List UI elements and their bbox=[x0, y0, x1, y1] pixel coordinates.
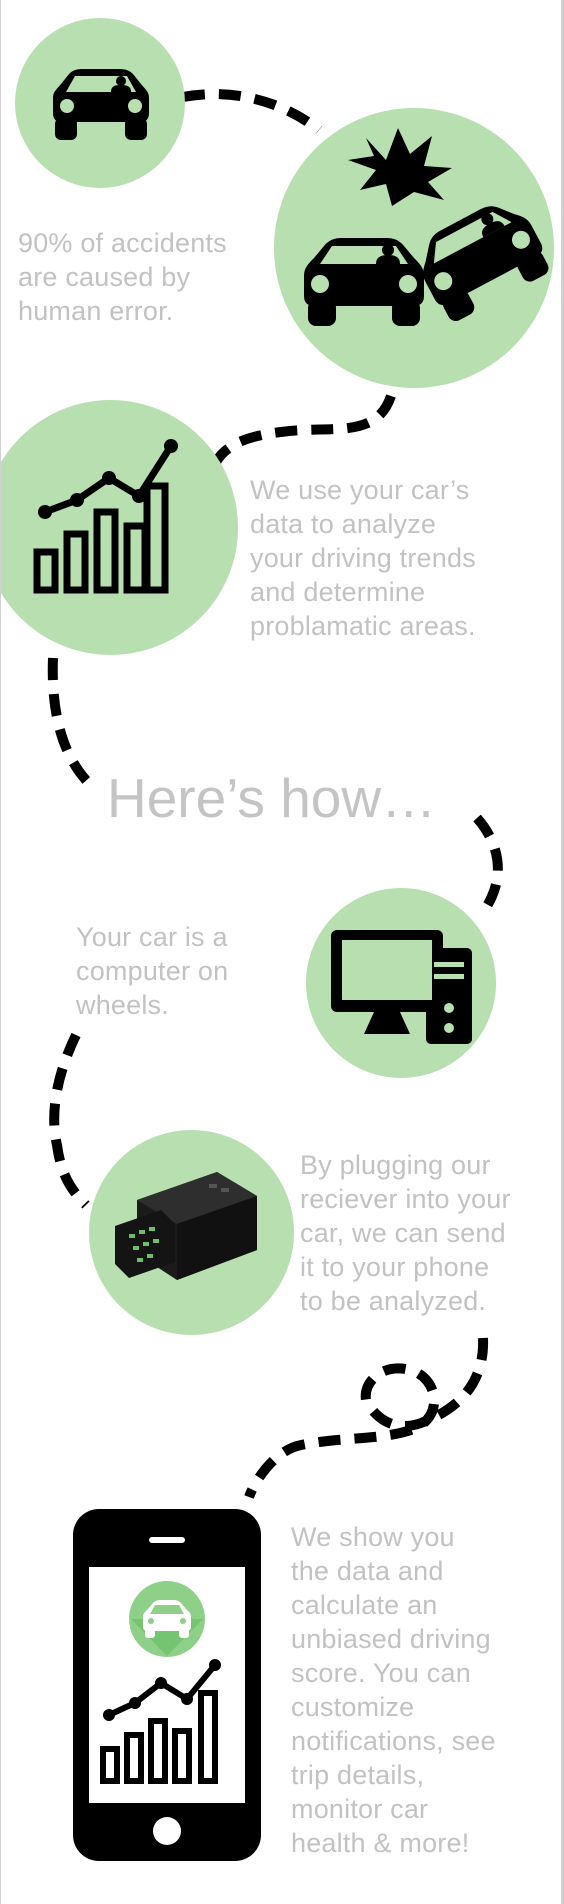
computer-circle bbox=[306, 888, 496, 1078]
chart-icon bbox=[33, 439, 178, 594]
car-crash-icon bbox=[304, 128, 549, 326]
computer-text: Your car is a computer on wheels. bbox=[76, 922, 229, 1020]
phone-car-badge bbox=[129, 1581, 205, 1657]
accidents-text: 90% of accidents are caused by human err… bbox=[18, 228, 227, 326]
receiver-text: By plugging our reciever into your car, … bbox=[300, 1150, 511, 1316]
computer-icon bbox=[331, 930, 472, 1044]
car-circle bbox=[15, 18, 185, 188]
car-icon bbox=[53, 69, 149, 140]
smartphone-icon bbox=[73, 1509, 261, 1861]
chart-circle bbox=[1, 400, 238, 655]
phone-text: We show you the data and calculate an un… bbox=[291, 1522, 496, 1858]
receiver-circle bbox=[89, 1130, 294, 1335]
heres-how-heading: Here’s how… bbox=[107, 767, 437, 829]
infographic-page: 90% of accidents are caused by human err… bbox=[0, 0, 564, 1904]
obd-receiver-icon bbox=[115, 1172, 257, 1280]
analyze-text: We use your car’s data to analyze your d… bbox=[250, 475, 476, 641]
crash-circle bbox=[274, 108, 554, 388]
